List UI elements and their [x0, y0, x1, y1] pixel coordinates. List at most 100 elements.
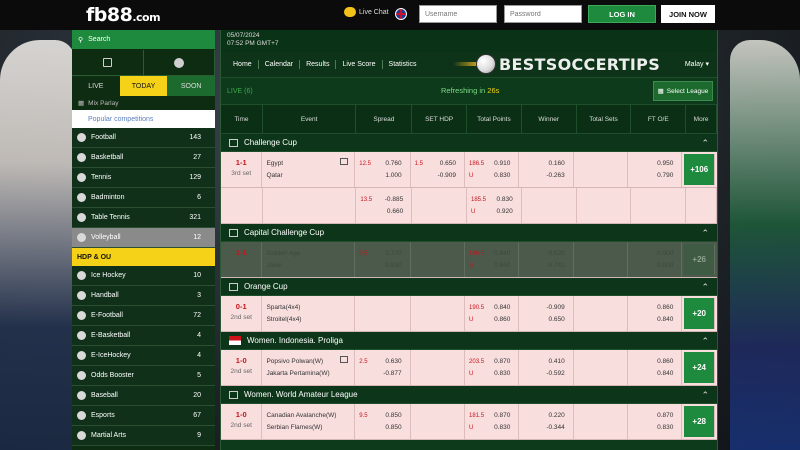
chevron-up-icon[interactable]: ⌃: [701, 138, 709, 149]
winner-cell[interactable]: [522, 188, 577, 223]
event-cell[interactable]: [263, 188, 357, 223]
total-odds-2[interactable]: 0.860: [469, 260, 514, 272]
oe-odds-1[interactable]: 0.860: [632, 356, 677, 368]
more-markets-button[interactable]: +106: [684, 154, 715, 185]
language-flag-icon[interactable]: [395, 8, 407, 20]
league-header[interactable]: Women. Indonesia. Proliga ⌃: [221, 332, 717, 350]
oe-odds-1[interactable]: 0.900: [632, 248, 677, 260]
nav-live-score[interactable]: Live Score: [336, 60, 383, 69]
total-odds-2[interactable]: 0.830: [469, 170, 514, 182]
sidebar-item-ice-hockey[interactable]: Ice Hockey 10: [72, 266, 215, 286]
winner-odds-2[interactable]: 0.650: [523, 314, 568, 326]
oe-odds-2[interactable]: 0.840: [632, 314, 677, 326]
sidebar-item-odds-booster[interactable]: Odds Booster 5: [72, 366, 215, 386]
total-odds-2[interactable]: 0.860: [469, 314, 514, 326]
nav-statistics[interactable]: Statistics: [383, 60, 423, 69]
spread-cell[interactable]: 9.5 0.850 0.850: [355, 404, 411, 439]
oe-odds-1[interactable]: 0.860: [632, 302, 677, 314]
more-markets-button[interactable]: +28: [684, 406, 715, 437]
ft-oe-cell[interactable]: 0.900 0.800: [628, 242, 683, 277]
chevron-up-icon[interactable]: ⌃: [701, 390, 709, 401]
chevron-up-icon[interactable]: ⌃: [701, 228, 709, 239]
oe-odds-2[interactable]: 0.830: [632, 422, 677, 434]
spread-odds-2[interactable]: 0.660: [360, 206, 407, 218]
winner-odds-2[interactable]: -0.592: [523, 368, 568, 380]
join-now-button[interactable]: JOIN NOW: [661, 5, 715, 23]
set-hdp-cell[interactable]: [411, 242, 466, 277]
sidebar-item-esports[interactable]: Esports 67: [72, 406, 215, 426]
winner-cell[interactable]: 0.220 -0.344: [519, 404, 574, 439]
total-points-cell[interactable]: 186.5 U 0.910 0.830: [465, 152, 520, 187]
username-input[interactable]: [419, 5, 497, 23]
winner-odds-1[interactable]: -0.909: [523, 302, 568, 314]
set-odds-2[interactable]: -0.909: [415, 170, 460, 182]
league-header[interactable]: Capital Challenge Cup ⌃: [221, 224, 717, 242]
sidebar-item-basketball[interactable]: Basketball 27: [72, 148, 215, 168]
total-points-cell[interactable]: 181.5 U 0.870 0.830: [465, 404, 520, 439]
sidebar-item-e-icehockey[interactable]: E-IceHockey 4: [72, 346, 215, 366]
nav-results[interactable]: Results: [300, 60, 337, 69]
ft-oe-cell[interactable]: 0.860 0.840: [628, 296, 683, 331]
select-league-button[interactable]: ▦ Select League: [653, 81, 713, 101]
spread-odds-2[interactable]: -0.877: [359, 368, 405, 380]
winner-cell[interactable]: -0.909 0.650: [519, 296, 574, 331]
set-hdp-cell[interactable]: [412, 188, 467, 223]
sidebar-item-e-football[interactable]: E-Football 72: [72, 306, 215, 326]
total-points-cell[interactable]: 186.5 U 0.840 0.860: [465, 242, 520, 277]
login-button[interactable]: LOG IN: [588, 5, 656, 23]
sidebar-item-e-basketball[interactable]: E-Basketball 4: [72, 326, 215, 346]
site-logo[interactable]: fb88.com: [86, 4, 161, 26]
oe-odds-1[interactable]: 0.950: [632, 158, 677, 170]
oe-odds-2[interactable]: 0.840: [632, 368, 677, 380]
total-odds-2[interactable]: 0.830: [469, 368, 514, 380]
more-markets-button[interactable]: +26: [684, 244, 715, 275]
tab-today[interactable]: TODAY: [119, 76, 168, 96]
sidebar-item-badminton[interactable]: Badminton 6: [72, 188, 215, 208]
spread-odds-2[interactable]: 0.850: [359, 422, 405, 434]
spread-odds-2[interactable]: 0.930: [359, 260, 405, 272]
stats-icon[interactable]: [340, 158, 349, 165]
set-hdp-cell[interactable]: 1.5 0.650 -0.909: [411, 152, 466, 187]
winner-odds-1[interactable]: 0.410: [523, 356, 568, 368]
tab-soon[interactable]: SOON: [167, 76, 216, 96]
sidebar-item-volleyball[interactable]: Volleyball 12: [72, 228, 215, 248]
event-cell[interactable]: Canadian Avalanche(W) Serbian Flames(W): [262, 404, 356, 439]
set-hdp-cell[interactable]: [411, 296, 466, 331]
total-odds-2[interactable]: 0.830: [469, 422, 514, 434]
oe-odds-2[interactable]: 0.800: [632, 260, 677, 272]
winner-cell[interactable]: 0.160 -0.263: [519, 152, 574, 187]
more-markets-button[interactable]: +20: [684, 298, 715, 329]
chevron-up-icon[interactable]: ⌃: [701, 336, 709, 347]
more-markets-button[interactable]: +24: [684, 352, 715, 383]
league-header[interactable]: Orange Cup ⌃: [221, 278, 717, 296]
stats-icon[interactable]: [340, 356, 349, 363]
nav-calendar[interactable]: Calendar: [259, 60, 301, 69]
total-points-cell[interactable]: 203.5 U 0.870 0.830: [465, 350, 520, 385]
sidebar-item-tennis[interactable]: Tennis 129: [72, 168, 215, 188]
event-cell[interactable]: Golden Age Joker: [262, 242, 356, 277]
sidebar-item-handball[interactable]: Handball 3: [72, 286, 215, 306]
winner-odds-2[interactable]: -0.344: [523, 422, 568, 434]
mix-parlay[interactable]: ▦ Mix Parlay: [72, 96, 215, 110]
spread-cell[interactable]: 13.5 -0.885 0.660: [356, 188, 413, 223]
winner-odds-1[interactable]: 0.160: [523, 158, 568, 170]
refresh-timer[interactable]: Refreshing in 26s: [441, 86, 499, 95]
total-points-cell[interactable]: 185.5 U 0.830 0.920: [467, 188, 522, 223]
sidebar-item-table-tennis[interactable]: Table Tennis 321: [72, 208, 215, 228]
spread-cell[interactable]: [355, 296, 411, 331]
league-header[interactable]: Challenge Cup ⌃: [221, 134, 717, 152]
ft-oe-cell[interactable]: 0.860 0.840: [628, 350, 683, 385]
winner-cell[interactable]: 0.520 -0.741: [519, 242, 574, 277]
language-select[interactable]: Malay ▾: [685, 60, 709, 68]
popular-competitions[interactable]: Popular competitions: [72, 110, 215, 128]
nav-home[interactable]: Home: [227, 60, 259, 69]
event-cell[interactable]: Sparta(4x4) Stroitel(4x4): [262, 296, 356, 331]
winner-odds-1[interactable]: 0.520: [523, 248, 568, 260]
tab-live[interactable]: LIVE: [72, 76, 120, 96]
league-header[interactable]: Women. World Amateur League ⌃: [221, 386, 717, 404]
sidebar-item-football[interactable]: Football 143: [72, 128, 215, 148]
ft-oe-cell[interactable]: 0.870 0.830: [628, 404, 683, 439]
set-hdp-cell[interactable]: [411, 404, 466, 439]
winner-odds-2[interactable]: -0.263: [523, 170, 568, 182]
event-cell[interactable]: Popsivo Polwan(W) Jakarta Pertamina(W): [262, 350, 356, 385]
